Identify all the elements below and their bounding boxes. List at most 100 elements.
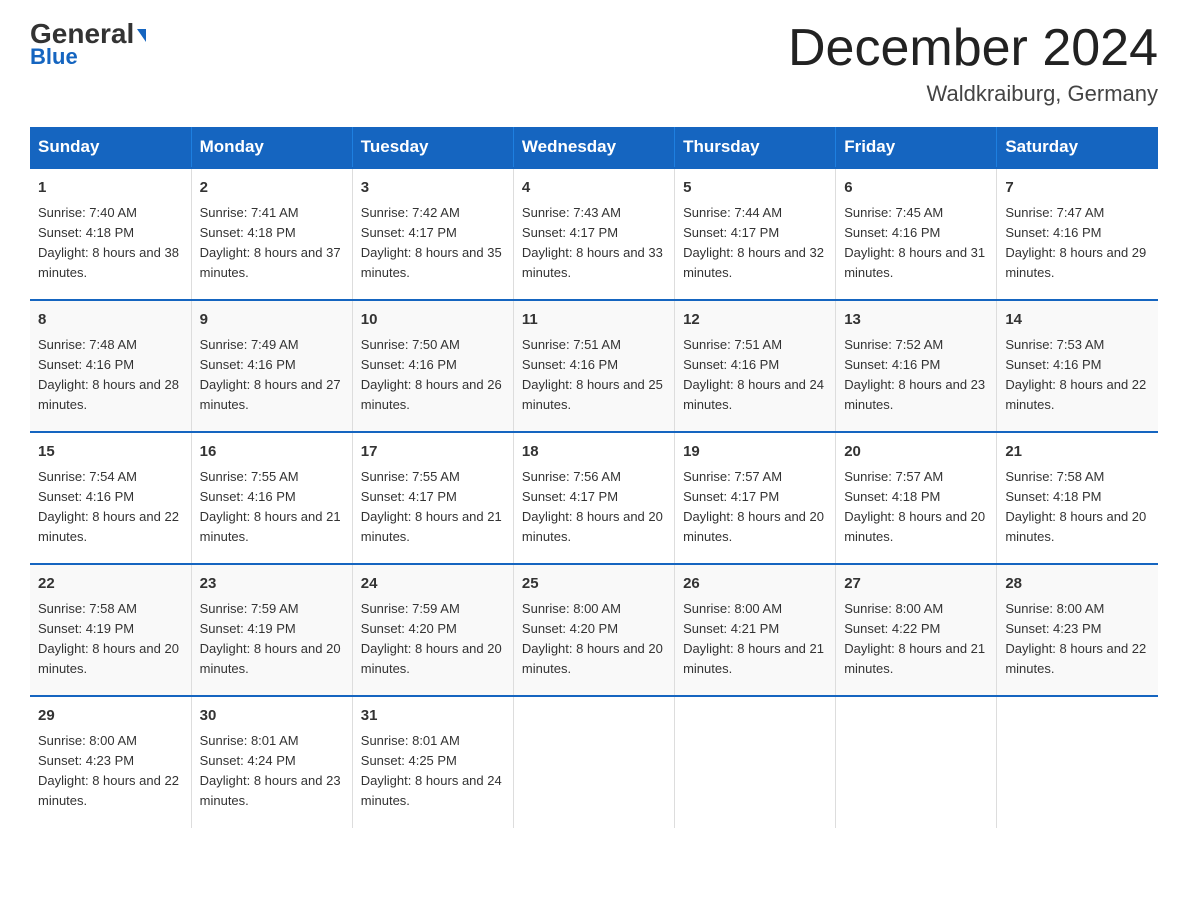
table-cell xyxy=(675,696,836,827)
table-cell: 13Sunrise: 7:52 AMSunset: 4:16 PMDayligh… xyxy=(836,300,997,432)
calendar-week-row: 1Sunrise: 7:40 AMSunset: 4:18 PMDaylight… xyxy=(30,168,1158,300)
table-cell: 4Sunrise: 7:43 AMSunset: 4:17 PMDaylight… xyxy=(513,168,674,300)
table-cell: 6 Sunrise: 7:45 AMSunset: 4:16 PMDaylight… xyxy=(836,168,997,300)
month-title: December 2024 xyxy=(788,20,1158,77)
col-thursday: Thursday xyxy=(675,127,836,168)
title-block: December 2024 Waldkraiburg, Germany xyxy=(788,20,1158,107)
day-info: Sunrise: 7:54 AMSunset: 4:16 PMDaylight:… xyxy=(38,467,183,548)
table-cell: 25 Sunrise: 8:00 AMSunset: 4:20 PMDayligh… xyxy=(513,564,674,696)
day-info: Sunrise: 7:53 AMSunset: 4:16 PMDaylight:… xyxy=(1005,335,1150,416)
day-number: 31 xyxy=(361,705,505,728)
calendar-week-row: 22Sunrise: 7:58 AMSunset: 4:19 PMDayligh… xyxy=(30,564,1158,696)
col-friday: Friday xyxy=(836,127,997,168)
table-cell: 12 Sunrise: 7:51 AMSunset: 4:16 PMDayligh… xyxy=(675,300,836,432)
day-info: Sunrise: 7:58 AMSunset: 4:18 PMDaylight:… xyxy=(1005,467,1150,548)
day-info: Sunrise: 7:44 AMSunset: 4:17 PMDaylight:… xyxy=(683,203,827,284)
table-cell xyxy=(836,696,997,827)
table-cell: 30 Sunrise: 8:01 AMSunset: 4:24 PMDayligh… xyxy=(191,696,352,827)
day-number: 9 xyxy=(200,309,344,332)
table-cell: 24 Sunrise: 7:59 AMSunset: 4:20 PMDayligh… xyxy=(352,564,513,696)
day-number: 10 xyxy=(361,309,505,332)
day-number: 17 xyxy=(361,441,505,464)
day-number: 30 xyxy=(200,705,344,728)
table-cell xyxy=(997,696,1158,827)
logo-bottom: Blue xyxy=(30,44,78,70)
day-number: 15 xyxy=(38,441,183,464)
col-saturday: Saturday xyxy=(997,127,1158,168)
day-number: 3 xyxy=(361,177,505,200)
day-info: Sunrise: 8:01 AMSunset: 4:25 PMDaylight:… xyxy=(361,731,505,812)
day-number: 19 xyxy=(683,441,827,464)
table-cell: 15 Sunrise: 7:54 AMSunset: 4:16 PMDayligh… xyxy=(30,432,191,564)
day-info: Sunrise: 7:58 AMSunset: 4:19 PMDaylight:… xyxy=(38,599,183,680)
day-info: Sunrise: 7:47 AMSunset: 4:16 PMDaylight:… xyxy=(1005,203,1150,284)
table-cell xyxy=(513,696,674,827)
table-cell: 20Sunrise: 7:57 AMSunset: 4:18 PMDayligh… xyxy=(836,432,997,564)
location-title: Waldkraiburg, Germany xyxy=(788,81,1158,107)
day-info: Sunrise: 8:00 AMSunset: 4:21 PMDaylight:… xyxy=(683,599,827,680)
table-cell: 18 Sunrise: 7:56 AMSunset: 4:17 PMDayligh… xyxy=(513,432,674,564)
day-number: 29 xyxy=(38,705,183,728)
table-cell: 17 Sunrise: 7:55 AMSunset: 4:17 PMDayligh… xyxy=(352,432,513,564)
day-number: 23 xyxy=(200,573,344,596)
day-info: Sunrise: 8:00 AMSunset: 4:23 PMDaylight:… xyxy=(1005,599,1150,680)
day-info: Sunrise: 7:51 AMSunset: 4:16 PMDaylight:… xyxy=(683,335,827,416)
table-cell: 2Sunrise: 7:41 AMSunset: 4:18 PMDaylight… xyxy=(191,168,352,300)
day-info: Sunrise: 7:59 AMSunset: 4:19 PMDaylight:… xyxy=(200,599,344,680)
day-info: Sunrise: 7:48 AMSunset: 4:16 PMDaylight:… xyxy=(38,335,183,416)
day-number: 12 xyxy=(683,309,827,332)
calendar-week-row: 15 Sunrise: 7:54 AMSunset: 4:16 PMDayligh… xyxy=(30,432,1158,564)
day-info: Sunrise: 8:01 AMSunset: 4:24 PMDaylight:… xyxy=(200,731,344,812)
table-cell: 27 Sunrise: 8:00 AMSunset: 4:22 PMDayligh… xyxy=(836,564,997,696)
table-cell: 22Sunrise: 7:58 AMSunset: 4:19 PMDayligh… xyxy=(30,564,191,696)
day-info: Sunrise: 8:00 AMSunset: 4:23 PMDaylight:… xyxy=(38,731,183,812)
page-header: General Blue December 2024 Waldkraiburg,… xyxy=(30,20,1158,107)
day-number: 8 xyxy=(38,309,183,332)
table-cell: 3 Sunrise: 7:42 AMSunset: 4:17 PMDaylight… xyxy=(352,168,513,300)
day-number: 6 xyxy=(844,177,988,200)
table-cell: 19 Sunrise: 7:57 AMSunset: 4:17 PMDayligh… xyxy=(675,432,836,564)
table-cell: 14 Sunrise: 7:53 AMSunset: 4:16 PMDayligh… xyxy=(997,300,1158,432)
logo: General Blue xyxy=(30,20,146,70)
day-number: 14 xyxy=(1005,309,1150,332)
day-number: 7 xyxy=(1005,177,1150,200)
day-number: 2 xyxy=(200,177,344,200)
day-info: Sunrise: 7:49 AMSunset: 4:16 PMDaylight:… xyxy=(200,335,344,416)
table-cell: 9 Sunrise: 7:49 AMSunset: 4:16 PMDaylight… xyxy=(191,300,352,432)
day-number: 21 xyxy=(1005,441,1150,464)
day-info: Sunrise: 7:55 AMSunset: 4:17 PMDaylight:… xyxy=(361,467,505,548)
day-info: Sunrise: 8:00 AMSunset: 4:22 PMDaylight:… xyxy=(844,599,988,680)
day-info: Sunrise: 7:42 AMSunset: 4:17 PMDaylight:… xyxy=(361,203,505,284)
calendar-week-row: 29 Sunrise: 8:00 AMSunset: 4:23 PMDayligh… xyxy=(30,696,1158,827)
table-cell: 31 Sunrise: 8:01 AMSunset: 4:25 PMDayligh… xyxy=(352,696,513,827)
day-info: Sunrise: 7:56 AMSunset: 4:17 PMDaylight:… xyxy=(522,467,666,548)
calendar-week-row: 8 Sunrise: 7:48 AMSunset: 4:16 PMDaylight… xyxy=(30,300,1158,432)
table-cell: 21 Sunrise: 7:58 AMSunset: 4:18 PMDayligh… xyxy=(997,432,1158,564)
day-number: 26 xyxy=(683,573,827,596)
day-info: Sunrise: 7:40 AMSunset: 4:18 PMDaylight:… xyxy=(38,203,183,284)
day-number: 27 xyxy=(844,573,988,596)
calendar-table: Sunday Monday Tuesday Wednesday Thursday… xyxy=(30,127,1158,827)
day-number: 18 xyxy=(522,441,666,464)
day-info: Sunrise: 7:45 AMSunset: 4:16 PMDaylight:… xyxy=(844,203,988,284)
table-cell: 29 Sunrise: 8:00 AMSunset: 4:23 PMDayligh… xyxy=(30,696,191,827)
table-cell: 5Sunrise: 7:44 AMSunset: 4:17 PMDaylight… xyxy=(675,168,836,300)
table-cell: 10 Sunrise: 7:50 AMSunset: 4:16 PMDayligh… xyxy=(352,300,513,432)
col-tuesday: Tuesday xyxy=(352,127,513,168)
day-info: Sunrise: 7:59 AMSunset: 4:20 PMDaylight:… xyxy=(361,599,505,680)
col-monday: Monday xyxy=(191,127,352,168)
day-number: 16 xyxy=(200,441,344,464)
col-sunday: Sunday xyxy=(30,127,191,168)
table-cell: 8 Sunrise: 7:48 AMSunset: 4:16 PMDaylight… xyxy=(30,300,191,432)
day-number: 25 xyxy=(522,573,666,596)
col-wednesday: Wednesday xyxy=(513,127,674,168)
table-cell: 7 Sunrise: 7:47 AMSunset: 4:16 PMDaylight… xyxy=(997,168,1158,300)
day-number: 20 xyxy=(844,441,988,464)
day-info: Sunrise: 7:51 AMSunset: 4:16 PMDaylight:… xyxy=(522,335,666,416)
day-number: 24 xyxy=(361,573,505,596)
day-number: 28 xyxy=(1005,573,1150,596)
day-info: Sunrise: 7:50 AMSunset: 4:16 PMDaylight:… xyxy=(361,335,505,416)
day-info: Sunrise: 7:57 AMSunset: 4:17 PMDaylight:… xyxy=(683,467,827,548)
day-info: Sunrise: 7:52 AMSunset: 4:16 PMDaylight:… xyxy=(844,335,988,416)
day-info: Sunrise: 8:00 AMSunset: 4:20 PMDaylight:… xyxy=(522,599,666,680)
